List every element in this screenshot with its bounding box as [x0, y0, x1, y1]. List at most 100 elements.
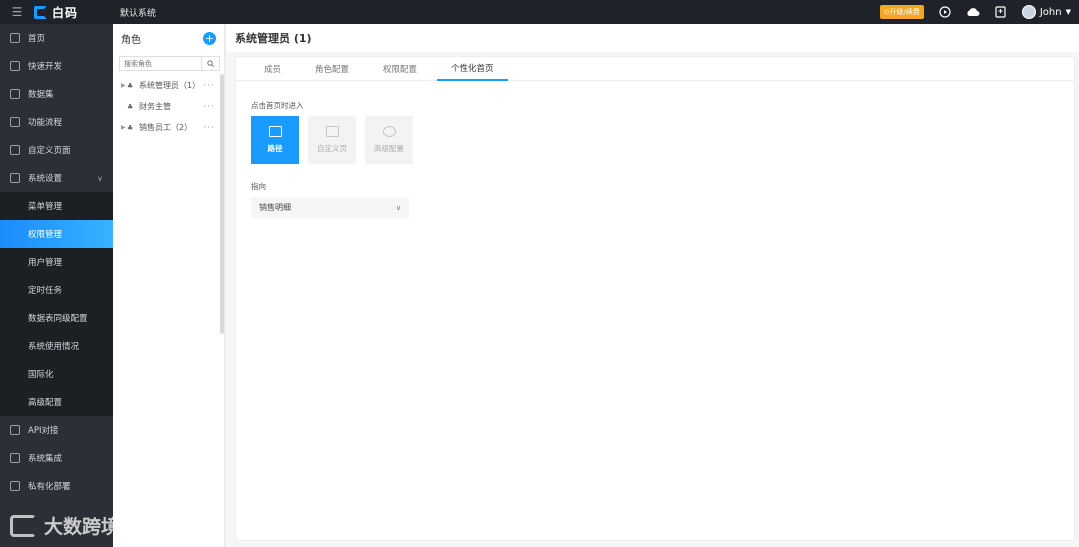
chevron-down-icon: ∨ [395, 203, 401, 212]
grid-doc-icon [268, 126, 282, 137]
sidebar-item-label: 自定义页面 [28, 146, 71, 156]
gear-icon [382, 126, 396, 137]
cube-icon [10, 61, 20, 71]
role-label: 销售员工（2） [139, 123, 193, 132]
top-bar: ☰ 白码 默认系统 ⊙升级/续费 John ▼ [0, 0, 1079, 24]
sidebar-item-flow[interactable]: 功能流程 [0, 108, 113, 136]
layers-icon [10, 453, 20, 463]
collapse-menu-icon[interactable]: ☰ [0, 5, 34, 19]
home-entry-label: 点击首页时进入 [251, 101, 304, 110]
sidebar-item-integration[interactable]: 系统集成 [0, 444, 113, 472]
sidebar-subitem-i18n[interactable]: 国际化 [0, 360, 113, 388]
entry-type-options: 路径 自定义页 高级配置 [251, 116, 413, 164]
option-path[interactable]: 路径 [251, 116, 299, 164]
image-icon [325, 126, 339, 137]
cloud-icon[interactable] [966, 5, 980, 19]
database-icon [10, 89, 20, 99]
watermark-text: 大数跨境 [44, 516, 121, 538]
avatar [1021, 5, 1036, 19]
option-label: 高级配置 [374, 144, 404, 153]
page-title: 系统管理员 (1) [226, 24, 1079, 52]
target-select-value: 销售明细 [259, 203, 291, 212]
sidebar-item-label: 私有化部署 [28, 482, 71, 492]
sidebar-item-label: 数据集 [28, 90, 54, 100]
sidebar-item-label: 数据表同级配置 [28, 314, 88, 324]
sidebar-item-home[interactable]: 首页 [0, 24, 113, 52]
system-name[interactable]: 默认系统 [120, 6, 156, 19]
sidebar-item-label: 快速开发 [28, 62, 63, 72]
role-search [119, 56, 220, 71]
sidebar-item-label: 功能流程 [28, 118, 63, 128]
sidebar-item-label: 首页 [28, 34, 46, 44]
more-icon[interactable]: ··· [203, 81, 215, 91]
sidebar-item-label: 用户管理 [28, 258, 63, 268]
role-item[interactable]: ♣ 财务主管 ··· [113, 96, 224, 117]
sidebar-item-label: 菜单管理 [28, 202, 63, 212]
sidebar-subitem-users[interactable]: 用户管理 [0, 248, 113, 276]
more-icon[interactable]: ··· [203, 123, 215, 133]
sidebar-item-label: API对接 [28, 426, 59, 436]
more-icon[interactable]: ··· [203, 102, 215, 112]
chevron-down-icon: ▼ [1065, 8, 1071, 16]
sidebar-item-label: 国际化 [28, 370, 54, 380]
tab-personalized-home[interactable]: 个性化首页 [437, 57, 508, 81]
app-logo[interactable]: 白码 [34, 4, 114, 21]
role-panel-title: 角色 [121, 34, 141, 46]
option-advanced-config[interactable]: 高级配置 [365, 116, 413, 164]
user-menu[interactable]: John ▼ [1021, 5, 1071, 19]
add-role-button[interactable]: + [203, 31, 216, 45]
logo-icon [34, 5, 47, 19]
org-icon: ♣ [127, 102, 134, 111]
chevron-down-icon: ∨ [97, 173, 103, 183]
sidebar-subitem-advanced[interactable]: 高级配置 [0, 388, 113, 416]
tab-permission-config[interactable]: 权限配置 [369, 57, 431, 81]
main-content: 系统管理员 (1) 成员 角色配置 权限配置 个性化首页 点击首页时进入 路径 … [226, 24, 1079, 547]
sidebar-item-label: 定时任务 [28, 286, 63, 296]
org-icon: ♣ [127, 123, 134, 132]
play-icon[interactable] [938, 5, 952, 19]
config-card: 成员 角色配置 权限配置 个性化首页 点击首页时进入 路径 自定义页 高级配置 … [235, 56, 1075, 541]
option-custom-page[interactable]: 自定义页 [308, 116, 356, 164]
sidebar-item-label: 系统设置 [28, 174, 63, 184]
sidebar-item-quick-dev[interactable]: 快速开发 [0, 52, 113, 80]
settings-submenu: 菜单管理 权限管理 用户管理 定时任务 数据表同级配置 系统使用情况 国际化 高… [0, 192, 113, 416]
target-label: 指向 [251, 182, 266, 191]
sidebar-subitem-usage[interactable]: 系统使用情况 [0, 332, 113, 360]
home-icon [10, 33, 20, 43]
watermark: 大数跨境 [10, 512, 120, 539]
page-icon [10, 145, 20, 155]
watermark-logo-icon [10, 514, 36, 537]
tab-role-config[interactable]: 角色配置 [301, 57, 363, 81]
role-label: 系统管理员（1） [139, 81, 201, 90]
tab-bar: 成员 角色配置 权限配置 个性化首页 [236, 57, 1074, 81]
server-icon [10, 481, 20, 491]
org-icon: ♣ [127, 81, 134, 90]
role-panel: 角色 + ▶ ♣ 系统管理员（1） ··· ♣ 财务主管 ··· ▶ ♣ 销售员… [113, 24, 225, 547]
sidebar-item-api[interactable]: API对接 [0, 416, 113, 444]
sidebar-subitem-permission[interactable]: 权限管理 [0, 220, 113, 248]
target-select[interactable]: 销售明细 ∨ [251, 197, 409, 218]
sidebar-subitem-table-config[interactable]: 数据表同级配置 [0, 304, 113, 332]
sidebar-subitem-scheduled[interactable]: 定时任务 [0, 276, 113, 304]
book-icon[interactable] [994, 5, 1008, 19]
monitor-icon [10, 173, 20, 183]
role-search-input[interactable] [120, 59, 201, 68]
option-label: 自定义页 [317, 144, 347, 153]
sidebar-item-private-deploy[interactable]: 私有化部署 [0, 472, 113, 500]
sidebar: 首页 快速开发 数据集 功能流程 自定义页面 系统设置 ∨ 菜单管理 权限管理 用… [0, 24, 113, 547]
user-name: John [1039, 6, 1062, 18]
role-label: 财务主管 [139, 102, 171, 111]
role-item[interactable]: ▶ ♣ 销售员工（2） ··· [113, 117, 224, 138]
role-panel-scrollbar[interactable] [220, 74, 224, 334]
sidebar-item-dataset[interactable]: 数据集 [0, 80, 113, 108]
sidebar-subitem-menu[interactable]: 菜单管理 [0, 192, 113, 220]
sidebar-item-settings[interactable]: 系统设置 ∨ [0, 164, 113, 192]
sidebar-item-custom-page[interactable]: 自定义页面 [0, 136, 113, 164]
sidebar-item-label: 系统使用情况 [28, 342, 80, 352]
tab-members[interactable]: 成员 [250, 57, 295, 81]
search-icon[interactable] [201, 57, 219, 70]
upgrade-button[interactable]: ⊙升级/续费 [879, 5, 924, 19]
option-label: 路径 [267, 144, 283, 153]
sidebar-item-label: 系统集成 [28, 454, 63, 464]
role-item[interactable]: ▶ ♣ 系统管理员（1） ··· [113, 75, 224, 96]
